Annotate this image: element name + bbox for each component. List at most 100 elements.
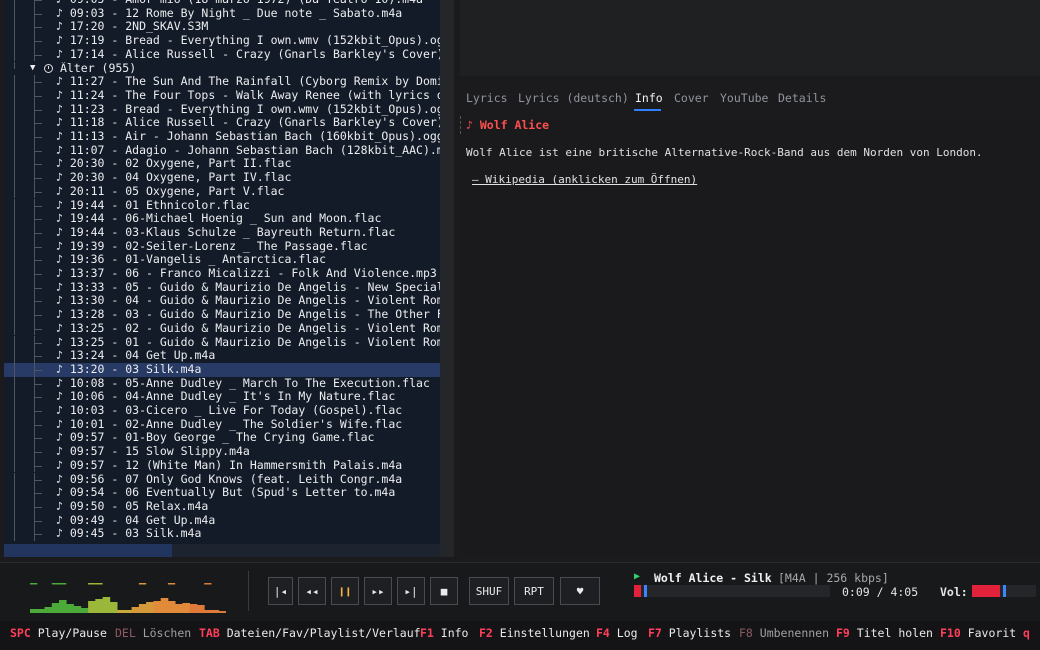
volume-slider[interactable]	[972, 585, 1036, 597]
repeat-button[interactable]: RPT	[514, 577, 554, 605]
track-row[interactable]: ♪ 13:33 - 05 - Guido & Maurizio De Angel…	[4, 280, 440, 295]
tree-line	[14, 6, 15, 21]
shortcut-key: F7	[648, 626, 662, 640]
track-row[interactable]: ♪ 17:20 - 2ND_SKAV.S3M	[4, 20, 440, 35]
forward-button[interactable]: ▸▸	[364, 577, 392, 605]
track-row[interactable]: ♪ 10:03 - 03-Cicero _ Live For Today (Go…	[4, 404, 440, 418]
spectrum-bar	[44, 607, 53, 613]
shortcut-key: SPC	[10, 626, 31, 640]
track-row[interactable]: ♪ 11:23 - Bread - Everything I own.wmv (…	[4, 102, 440, 117]
track-row[interactable]: ♪ 10:08 - 05-Anne Dudley _ March To The …	[4, 376, 440, 391]
tab-youtube[interactable]: YouTube	[720, 91, 768, 105]
tab-lyrics[interactable]: Lyrics	[466, 91, 508, 105]
track-label: ♪ 09:49 - 04 Get Up.m4a	[56, 513, 216, 527]
tree-line	[14, 171, 15, 185]
tree-branch	[34, 191, 42, 193]
horizontal-scrollbar[interactable]	[4, 544, 440, 557]
tree-line	[14, 335, 15, 350]
track-label: ♪ 13:30 - 04 - Guido & Maurizio De Angel…	[56, 294, 440, 308]
track-row[interactable]: ♪ 13:25 - 02 - Guido & Maurizio De Angel…	[4, 321, 440, 336]
tab-info[interactable]: Info	[635, 91, 663, 105]
favorite-button[interactable]: ♥	[560, 577, 600, 605]
track-row[interactable]: ♪ 09:54 - 06 Eventually But (Spud's Lett…	[4, 486, 440, 500]
shortcut-f9: F9 Titel holen	[836, 626, 933, 640]
history-tree[interactable]: ♪ 09:05 - Amor mio (18 marzo 1972) (Da T…	[4, 0, 440, 544]
shortcut-key: F4	[596, 626, 610, 640]
track-row[interactable]: ♪ 09:57 - 12 (White Man) In Hammersmith …	[4, 458, 440, 473]
spectrum-bar	[175, 604, 183, 613]
track-row[interactable]: ♪ 19:44 - 03-Klaus Schulze _ Bayreuth Re…	[4, 225, 440, 240]
play-icon: ▶	[634, 571, 641, 582]
track-row[interactable]: ♪ 20:30 - 04 Oxygene, Part IV.flac	[4, 171, 440, 185]
track-row[interactable]: ♪ 11:13 - Air - Johann Sebastian Bach (1…	[4, 130, 440, 144]
shortcut-f4: F4 Log	[596, 626, 638, 640]
spectrum-bar	[109, 602, 118, 613]
track-row[interactable]: ♪ 09:05 - Amor mio (18 marzo 1972) (Da T…	[4, 0, 440, 7]
track-row[interactable]: ♪ 09:56 - 07 Only God Knows (feat. Leith…	[4, 472, 440, 487]
track-row[interactable]: ♪ 20:11 - 05 Oxygene, Part V.flac	[4, 184, 440, 199]
track-row[interactable]: ♪ 09:57 - 01-Boy George _ The Crying Gam…	[4, 431, 440, 446]
track-row[interactable]: ♪ 09:03 - 12 Rome By Night _ Due note _ …	[4, 6, 440, 21]
active-tab-indicator	[634, 109, 661, 111]
track-row[interactable]: ♪ 17:14 - Alice Russell - Crazy (Gnarls …	[4, 47, 440, 62]
track-row[interactable]: ♪ 09:57 - 15 Slow Slippy.m4a	[4, 445, 440, 459]
wikipedia-link[interactable]: – Wikipedia (anklicken zum Öffnen)	[472, 173, 697, 186]
next-button[interactable]: ▸|	[397, 577, 425, 605]
track-row[interactable]: ♪ 19:44 - 01 Ethnicolor.flac	[4, 198, 440, 213]
track-label: ♪ 09:54 - 06 Eventually But (Spud's Lett…	[56, 486, 396, 500]
track-row[interactable]: ♪ 11:27 - The Sun And The Rainfall (Cybo…	[4, 75, 440, 89]
track-row[interactable]: ♪ 09:49 - 04 Get Up.m4a	[4, 513, 440, 528]
tree-branch	[34, 109, 42, 111]
vertical-scrollbar[interactable]	[440, 0, 454, 557]
track-row[interactable]: ♪ 17:19 - Bread - Everything I own.wmv (…	[4, 34, 440, 48]
tab-details[interactable]: Details	[778, 91, 826, 105]
folder-row-older[interactable]: ▼ Älter (955)	[4, 61, 440, 76]
track-label: ♪ 19:44 - 03-Klaus Schulze _ Bayreuth Re…	[56, 225, 396, 239]
track-row[interactable]: ♪ 11:07 - Adagio - Johann Sebastian Bach…	[4, 143, 440, 158]
pause-button[interactable]: ❙❙	[331, 577, 359, 605]
spectrum-bar	[218, 611, 226, 613]
spectrum-bar	[102, 597, 111, 613]
track-row[interactable]: ♪ 19:36 - 01-Vangelis _ Antarctica.flac	[4, 253, 440, 267]
expand-toggle-icon[interactable]: ▼	[30, 62, 35, 76]
spectrum-bar	[189, 604, 198, 613]
tab-cover[interactable]: Cover	[674, 91, 709, 105]
volume-fill	[972, 585, 1000, 597]
shortcut-f10: F10 Favorit	[940, 626, 1016, 640]
track-row[interactable]: ♪ 19:44 - 06-Michael Hoenig _ Sun and Mo…	[4, 212, 440, 226]
tree-line	[14, 225, 15, 240]
tree-branch	[34, 260, 42, 262]
scrollbar-thumb[interactable]	[4, 544, 172, 557]
track-row[interactable]: ♪ 19:39 - 02-Seiler-Lorenz _ The Passage…	[4, 239, 440, 254]
stop-button[interactable]: ■	[430, 577, 458, 605]
progress-bar[interactable]	[634, 585, 830, 597]
shuffle-button[interactable]: SHUF	[469, 577, 509, 605]
track-row[interactable]: ♪ 13:20 - 03 Silk.m4a	[4, 362, 440, 377]
shortcut-bar: SPC Play/Pause DEL Löschen TAB Dateien/Fav…	[0, 621, 1040, 650]
track-row[interactable]: ♪ 10:01 - 02-Anne Dudley _ The Soldier's…	[4, 417, 440, 432]
track-row[interactable]: ♪ 13:30 - 04 - Guido & Maurizio De Angel…	[4, 294, 440, 309]
shortcut-key: F9	[836, 626, 850, 640]
track-row[interactable]: ♪ 13:28 - 03 - Guido & Maurizio De Angel…	[4, 308, 440, 322]
tab-lyrics-deutsch[interactable]: Lyrics (deutsch)	[518, 91, 629, 105]
track-row[interactable]: ♪ 11:18 - Alice Russell - Crazy (Gnarls …	[4, 116, 440, 130]
tree-branch	[34, 205, 42, 207]
rewind-button[interactable]: ◂◂	[298, 577, 326, 605]
spectrum-peak	[167, 583, 176, 585]
track-row[interactable]: ♪ 09:50 - 05 Relax.m4a	[4, 499, 440, 514]
track-label: ♪ 09:50 - 05 Relax.m4a	[56, 499, 209, 513]
track-row[interactable]: ♪ 20:30 - 02 Oxygene, Part II.flac	[4, 157, 440, 172]
track-row[interactable]: ♪ 11:24 - The Four Tops - Walk Away Rene…	[4, 88, 440, 103]
track-row[interactable]: ♪ 13:24 - 04 Get Up.m4a	[4, 349, 440, 363]
track-label: ♪ 19:36 - 01-Vangelis _ Antarctica.flac	[56, 253, 327, 267]
progress-handle[interactable]	[644, 585, 647, 597]
track-row[interactable]: ♪ 09:45 - 03 Silk.m4a	[4, 527, 440, 541]
track-row[interactable]: ♪ 10:06 - 04-Anne Dudley _ It's In My Na…	[4, 390, 440, 404]
volume-handle[interactable]	[1003, 585, 1006, 597]
tree-branch	[34, 41, 42, 43]
previous-button[interactable]: |◂	[268, 577, 293, 605]
track-label: ♪ 13:25 - 01 - Guido & Maurizio De Angel…	[56, 335, 440, 349]
track-row[interactable]: ♪ 13:25 - 01 - Guido & Maurizio De Angel…	[4, 335, 440, 350]
track-row[interactable]: ♪ 13:37 - 06 - Franco Micalizzi - Folk A…	[4, 267, 440, 281]
tree-line	[14, 376, 15, 391]
